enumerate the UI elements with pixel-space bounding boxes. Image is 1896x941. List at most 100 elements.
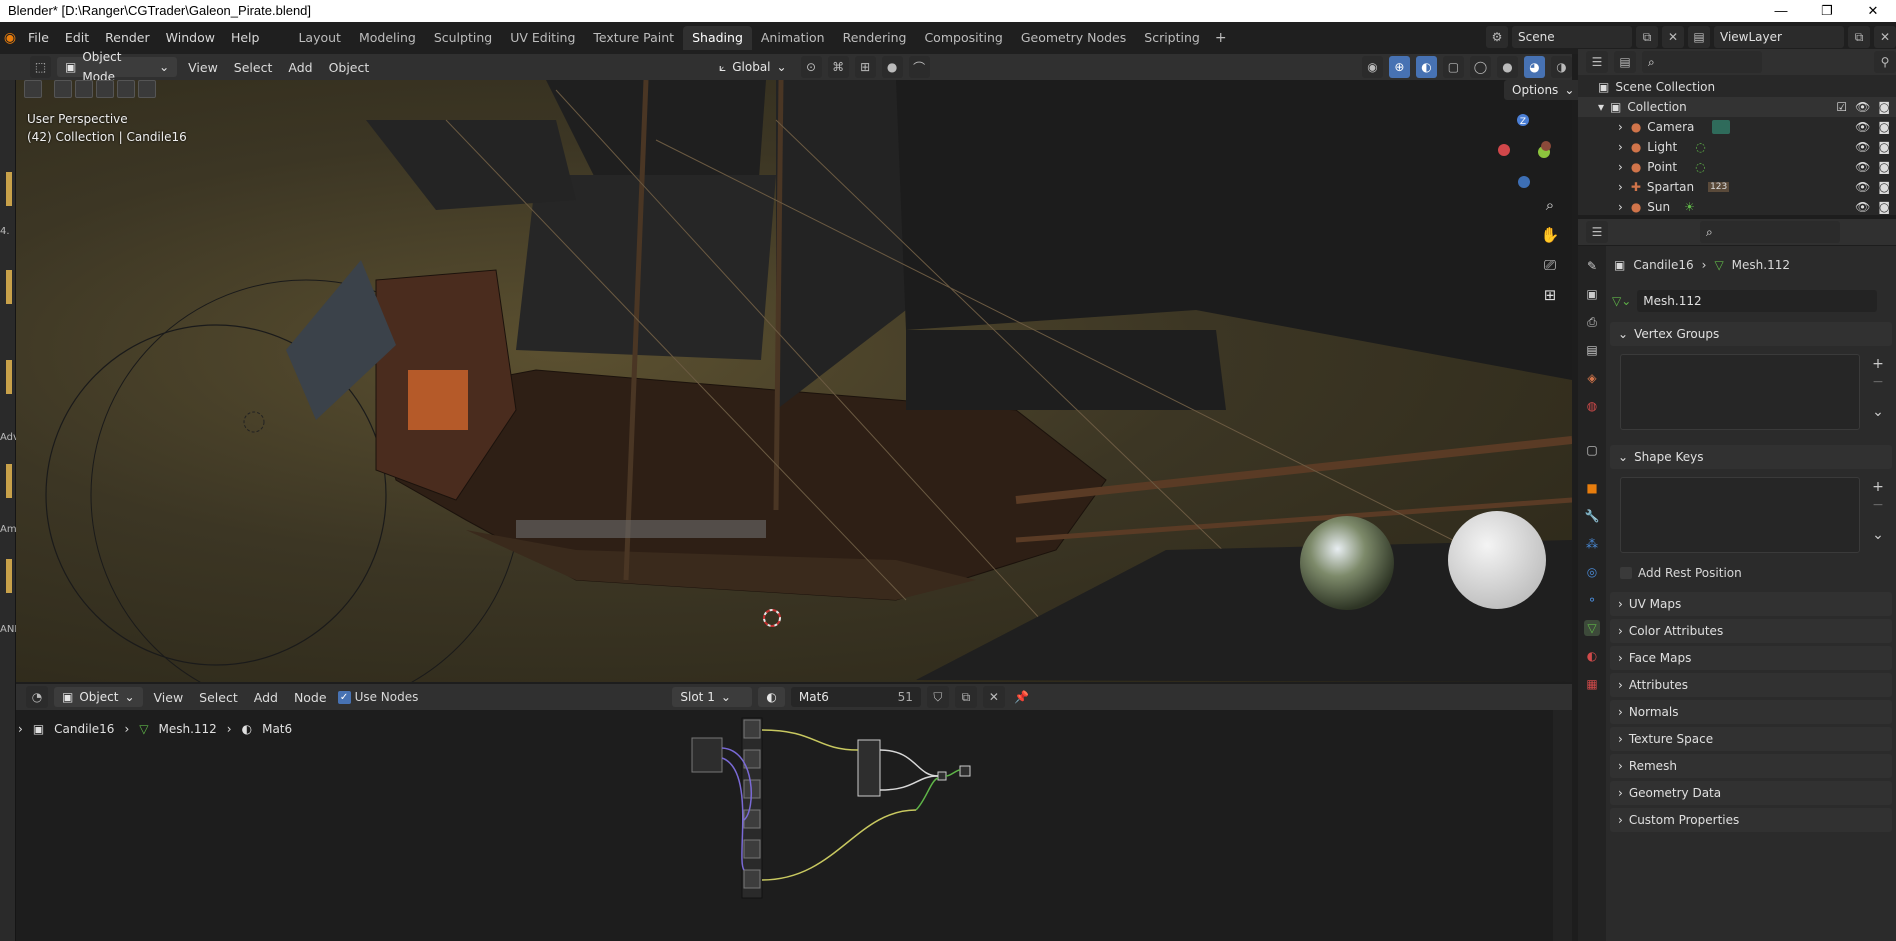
options-dropdown[interactable]: Options ⌄ [1504, 80, 1583, 100]
scene-name-field[interactable]: Scene [1512, 26, 1632, 48]
select-new-icon[interactable] [54, 80, 72, 98]
texture-tab-icon[interactable]: ▦ [1584, 676, 1600, 692]
outliner-collection[interactable]: ▾ ▣ Collection ☑ 👁 ◙ [1578, 97, 1896, 117]
ne-menu-node[interactable]: Node [289, 690, 332, 705]
ne-menu-add[interactable]: Add [249, 690, 283, 705]
material-browse-button[interactable]: ◐ [758, 687, 785, 707]
disclosure-open-icon[interactable]: ▾ [1598, 100, 1604, 114]
node-editor-canvas[interactable] [16, 710, 1572, 941]
slot-dropdown[interactable]: Slot 1 ⌄ [672, 687, 753, 707]
vertex-group-menu-icon[interactable]: ⌄ [1870, 404, 1886, 420]
snap-target-icon[interactable]: ⊞ [854, 56, 876, 78]
world-tab-icon[interactable]: ◍ [1584, 398, 1600, 414]
eye-icon[interactable]: 👁 [1855, 200, 1870, 214]
camera-render-icon[interactable]: ◙ [1878, 160, 1890, 174]
camera-render-icon[interactable]: ◙ [1878, 200, 1890, 214]
pivot-icon[interactable]: ⊙ [800, 56, 822, 78]
outliner-type-icon[interactable]: ☰ [1586, 51, 1608, 73]
mesh-name-field[interactable]: Mesh.112 [1637, 290, 1878, 312]
properties-type-icon[interactable]: ☰ [1586, 221, 1608, 243]
delete-scene-icon[interactable]: ✕ [1662, 26, 1684, 48]
scene-selector-icon[interactable]: ⚙ [1486, 26, 1508, 48]
rendered-shading-icon[interactable]: ◑ [1551, 56, 1573, 78]
camera-render-icon[interactable]: ◙ [1878, 100, 1890, 114]
fake-user-shield-icon[interactable]: ⛉ [926, 686, 949, 708]
eye-icon[interactable]: 👁 [1855, 180, 1870, 194]
node-editor-sidebar-toggle[interactable] [1553, 710, 1572, 941]
panel-normals[interactable]: › Normals [1610, 700, 1892, 724]
panel-attributes[interactable]: › Attributes [1610, 673, 1892, 697]
tool-tab-icon[interactable]: ✎ [1584, 258, 1600, 274]
tab-sculpting[interactable]: Sculpting [425, 26, 501, 50]
eye-icon[interactable]: 👁 [1855, 100, 1870, 114]
ne-menu-select[interactable]: Select [194, 690, 243, 705]
outliner-item[interactable]: › ● Point ◌ 👁 ◙ [1578, 157, 1896, 177]
eye-icon[interactable]: 👁 [1855, 160, 1870, 174]
use-nodes-checkbox[interactable]: ✓ Use Nodes [337, 690, 418, 704]
tab-uv-editing[interactable]: UV Editing [501, 26, 584, 50]
mesh-data-tab-icon[interactable]: ▽ [1584, 620, 1600, 636]
outliner-item[interactable]: › ● Sun ☀ 👁 ◙ [1578, 197, 1896, 217]
eye-icon[interactable]: 👁 [1855, 120, 1870, 134]
visibility-icon[interactable]: ◉ [1361, 56, 1383, 78]
view-layer-field[interactable]: ViewLayer [1714, 26, 1844, 48]
select-subtract-icon[interactable] [96, 80, 114, 98]
vp-menu-select[interactable]: Select [229, 60, 278, 75]
outliner-item[interactable]: › ✚ Spartan 123 👁 ◙ [1578, 177, 1896, 197]
vp-menu-add[interactable]: Add [283, 60, 317, 75]
tab-texture-paint[interactable]: Texture Paint [584, 26, 683, 50]
tab-compositing[interactable]: Compositing [915, 26, 1011, 50]
add-vertex-group-button[interactable]: + [1870, 356, 1886, 372]
panel-vertex-groups[interactable]: ⌄ Vertex Groups [1610, 322, 1892, 346]
filter-icon[interactable]: ⚲ [1874, 51, 1896, 73]
material-shading-icon[interactable]: ◕ [1524, 56, 1546, 78]
expand-arrow-icon[interactable]: › [18, 722, 23, 736]
falloff-icon[interactable]: ⌒ [908, 56, 930, 78]
shape-keys-list[interactable] [1620, 477, 1860, 553]
object-tab-icon[interactable]: ■ [1584, 480, 1600, 496]
duplicate-material-icon[interactable]: ⧉ [954, 686, 977, 708]
close-button[interactable]: ✕ [1850, 0, 1896, 22]
camera-view-icon[interactable]: ⎚ [1540, 256, 1560, 276]
overlays-icon[interactable]: ◐ [1415, 56, 1437, 78]
blender-logo-icon[interactable]: ◉ [0, 30, 20, 46]
particles-tab-icon[interactable]: ⁂ [1584, 536, 1600, 552]
disclosure-closed-icon[interactable]: › [1618, 160, 1623, 174]
node-editor-type-icon[interactable]: ◔ [26, 686, 48, 708]
modifier-tab-icon[interactable]: 🔧 [1584, 508, 1600, 524]
vertex-groups-list[interactable] [1620, 354, 1860, 430]
snap-icon[interactable]: ⌘ [827, 56, 849, 78]
checkbox-checked-icon[interactable]: ☑ [1836, 100, 1847, 114]
delete-view-layer-icon[interactable]: ✕ [1874, 26, 1896, 48]
panel-custom-properties[interactable]: › Custom Properties [1610, 808, 1892, 832]
render-tab-icon[interactable]: ▣ [1584, 286, 1600, 302]
maximize-button[interactable]: ❐ [1804, 0, 1850, 22]
disclosure-closed-icon[interactable]: › [1618, 120, 1623, 134]
camera-render-icon[interactable]: ◙ [1878, 140, 1890, 154]
tab-shading[interactable]: Shading [683, 26, 752, 50]
panel-face-maps[interactable]: › Face Maps [1610, 646, 1892, 670]
ortho-grid-icon[interactable]: ⊞ [1540, 286, 1560, 306]
xray-icon[interactable]: ▢ [1442, 56, 1464, 78]
pin-icon[interactable]: 📌 [1011, 686, 1033, 708]
constraints-tab-icon[interactable]: ⚬ [1584, 592, 1600, 608]
material-tab-icon[interactable]: ◐ [1584, 648, 1600, 664]
shape-key-menu-icon[interactable]: ⌄ [1870, 527, 1886, 543]
menu-file[interactable]: File [20, 27, 57, 49]
navigation-gizmo[interactable]: Z [1490, 110, 1570, 190]
add-workspace-button[interactable]: + [1209, 30, 1233, 46]
tab-geometry-nodes[interactable]: Geometry Nodes [1012, 26, 1135, 50]
panel-geometry-data[interactable]: › Geometry Data [1610, 781, 1892, 805]
3d-viewport[interactable] [16, 80, 1572, 682]
proportional-edit-icon[interactable]: ● [881, 56, 903, 78]
outliner-item[interactable]: › ● Light ◌ 👁 ◙ [1578, 137, 1896, 157]
gizmo-toggle-icon[interactable]: ⊕ [1388, 56, 1410, 78]
disclosure-closed-icon[interactable]: › [1618, 200, 1623, 214]
panel-color-attributes[interactable]: › Color Attributes [1610, 619, 1892, 643]
panel-texture-space[interactable]: › Texture Space [1610, 727, 1892, 751]
outliner-search-input[interactable]: ⌕ [1642, 51, 1762, 73]
wireframe-shading-icon[interactable]: ◯ [1469, 56, 1491, 78]
tab-scripting[interactable]: Scripting [1135, 26, 1209, 50]
select-extend-icon[interactable] [75, 80, 93, 98]
vp-menu-view[interactable]: View [183, 60, 223, 75]
